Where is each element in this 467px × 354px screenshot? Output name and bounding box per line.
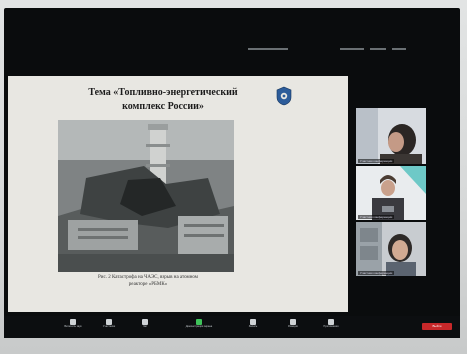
university-logo: [276, 86, 292, 106]
gallery-toggle[interactable]: [370, 48, 386, 50]
photo-caption: Рис. 2 Катастрофа на ЧАЭС, взрыв на атом…: [48, 274, 248, 288]
participant-tile-2[interactable]: Участник конференции: [356, 166, 426, 220]
leave-button[interactable]: Выйти: [422, 323, 452, 330]
chat-button[interactable]: Чат: [128, 319, 162, 329]
participant-name-3: Участник конференции: [358, 271, 395, 275]
view-toggle[interactable]: [340, 48, 364, 50]
caption-line-2: реакторе «РБМК»: [128, 282, 168, 287]
meeting-info-text: [248, 48, 288, 50]
participants-button[interactable]: Участники: [92, 319, 126, 329]
slide-title-line-2: комплекс России»: [122, 101, 204, 112]
participant-tile-1[interactable]: Участник конференции: [356, 108, 426, 164]
participant-video-1: [356, 108, 426, 164]
mic-button[interactable]: Включить звук: [56, 319, 90, 329]
slide-title-line-1: Тема «Топливно-энергетический: [88, 87, 238, 98]
participant-tile-3[interactable]: Участник конференции: [356, 222, 426, 276]
participant-name-1: Участник конференции: [358, 159, 395, 163]
participant-video-3: [356, 222, 426, 276]
shared-slide: Тема «Топливно-энергетический комплекс Р…: [8, 76, 348, 312]
caption-line-1: Рис. 2 Катастрофа на ЧАЭС, взрыв на атом…: [98, 275, 198, 280]
reactor-photo: [58, 120, 234, 272]
fullscreen-toggle[interactable]: [392, 48, 406, 50]
meeting-toolbar: Включить звук Участники Чат Демонстрация…: [4, 316, 460, 338]
slide-title: Тема «Топливно-энергетический комплекс Р…: [48, 86, 278, 114]
reactions-button[interactable]: Реакции: [276, 319, 310, 329]
participant-video-2: [356, 166, 426, 220]
meeting-top-bar: [4, 42, 460, 60]
apps-button[interactable]: Приложения: [314, 319, 348, 329]
participant-name-2: Участник конференции: [358, 215, 395, 219]
share-screen-button[interactable]: Демонстрация экрана: [182, 319, 216, 329]
record-button[interactable]: Запись: [236, 319, 270, 329]
